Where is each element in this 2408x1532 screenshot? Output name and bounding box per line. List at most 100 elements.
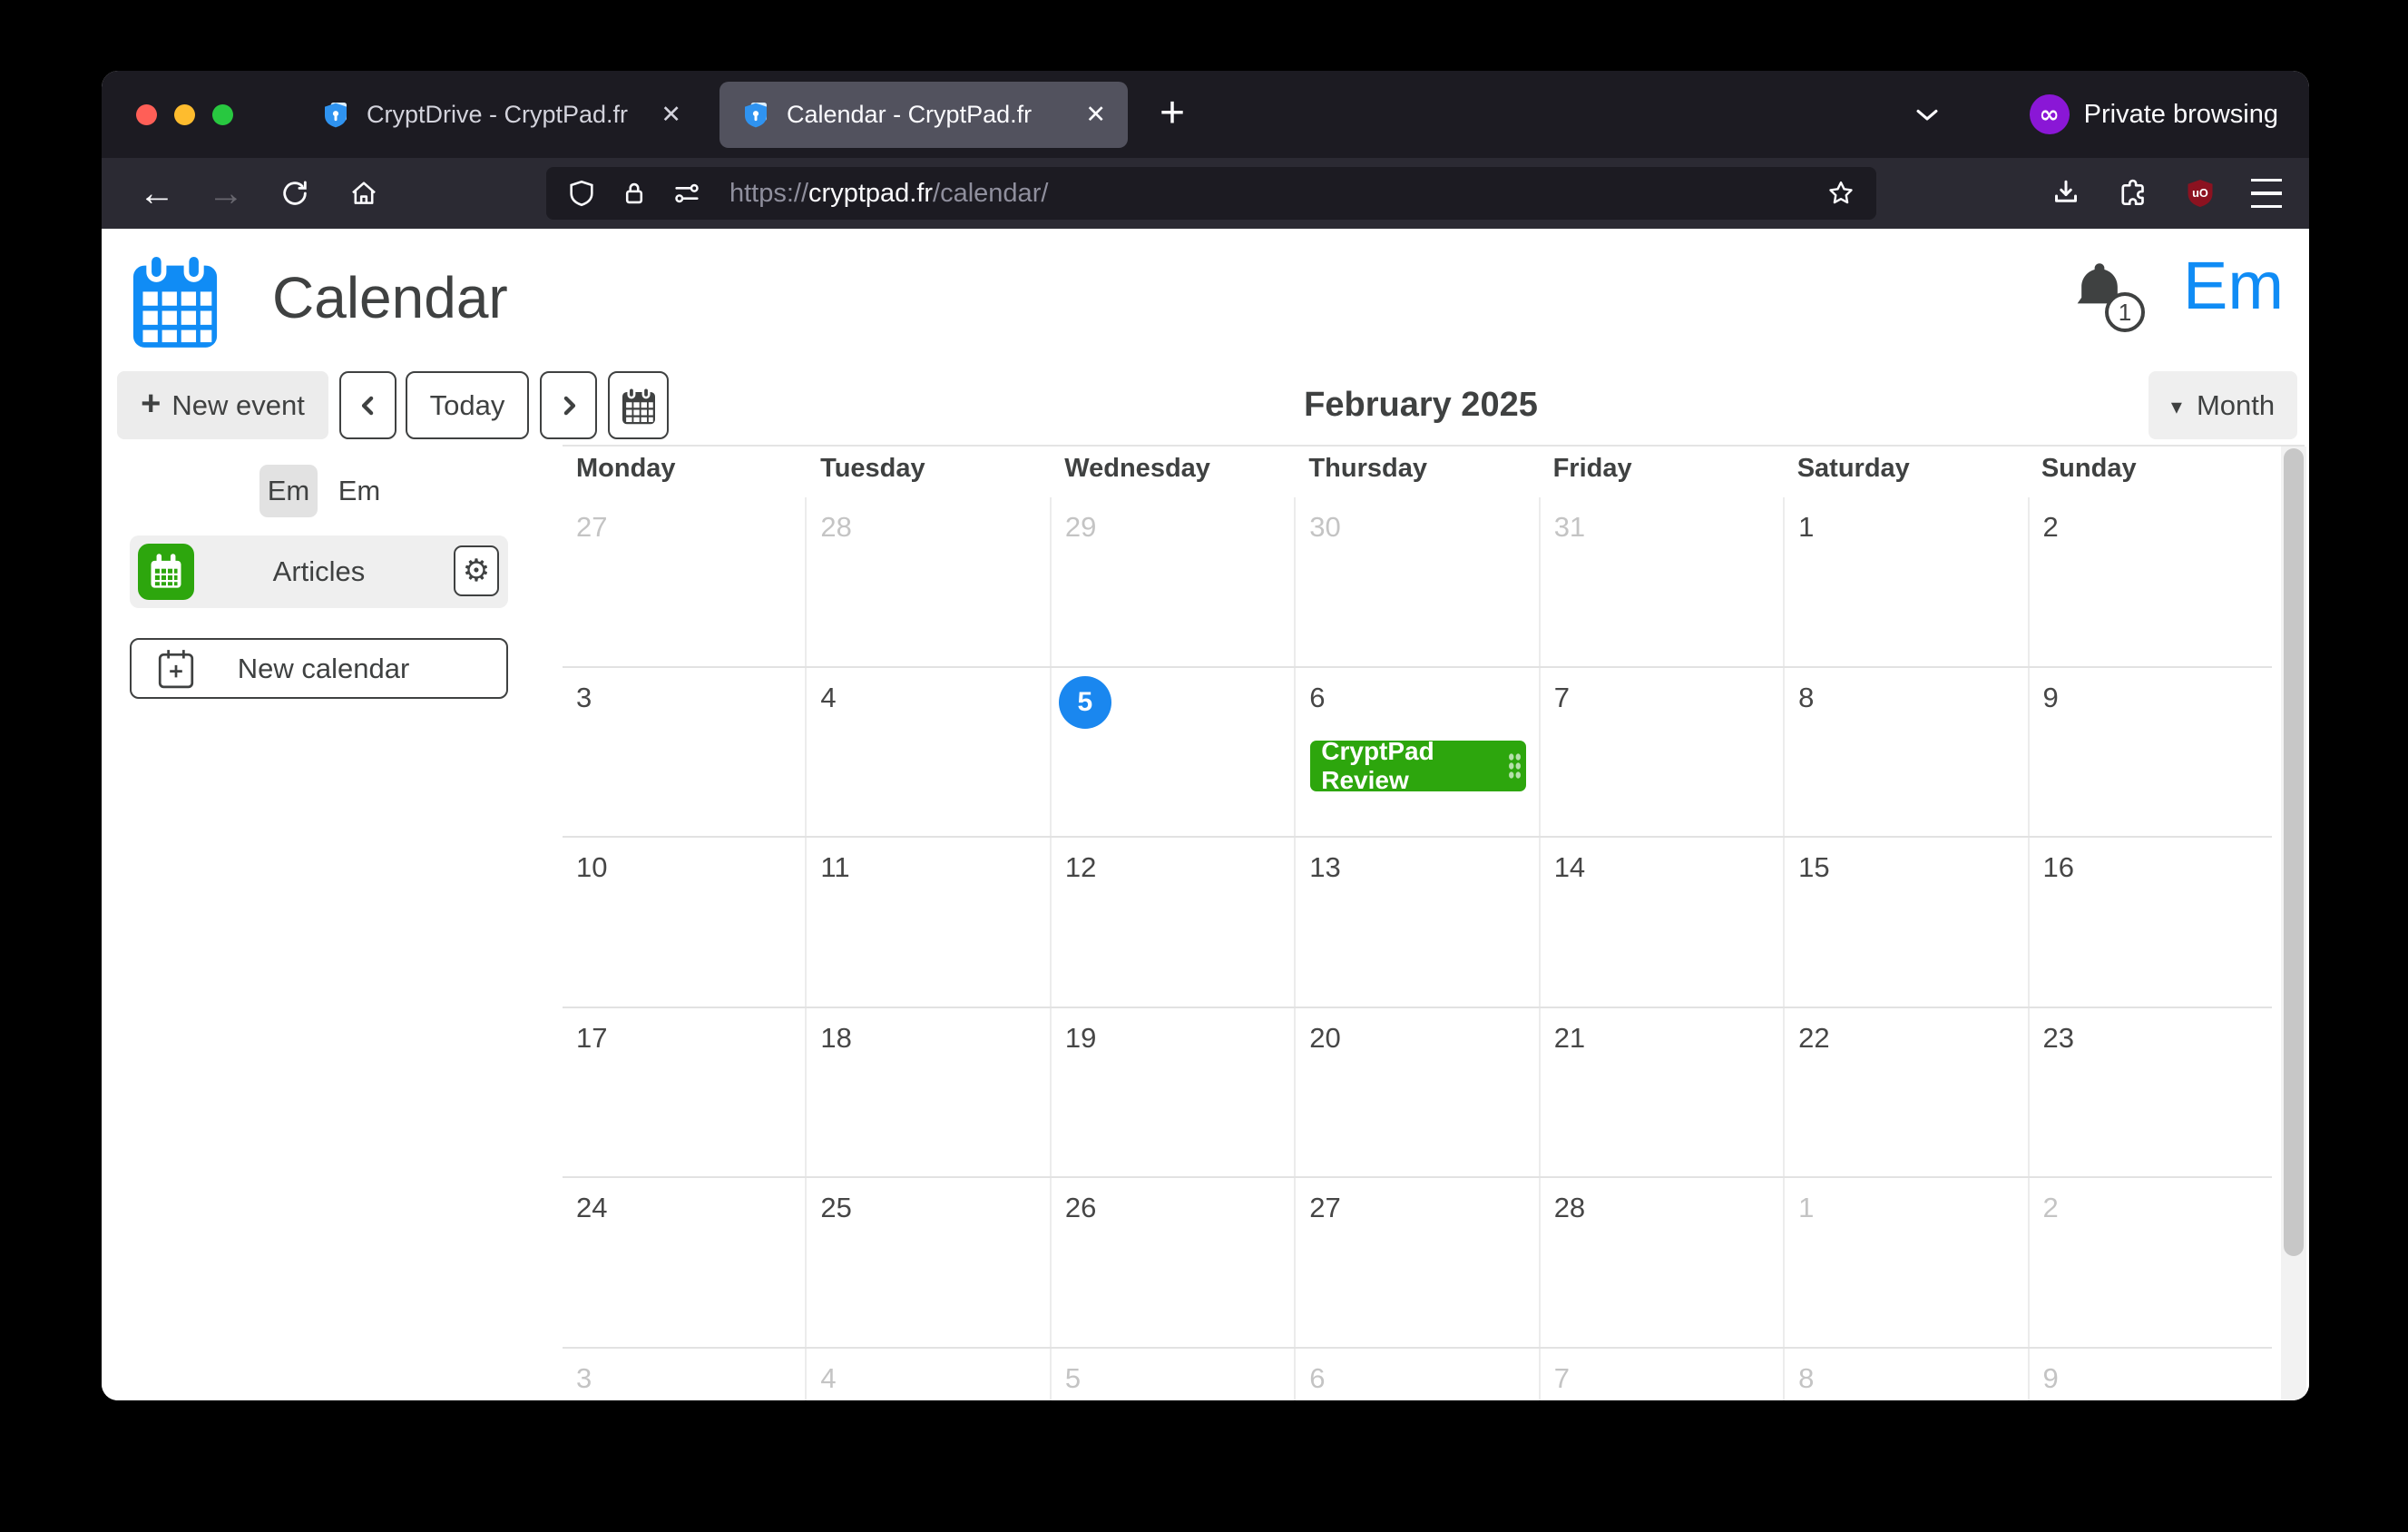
plus-icon: +: [141, 387, 161, 421]
new-event-button[interactable]: + New event: [117, 371, 328, 439]
calendar-cell[interactable]: 21: [1541, 1008, 1785, 1177]
calendar-cell[interactable]: 29: [1052, 497, 1296, 666]
url-text[interactable]: https://cryptpad.fr/calendar/: [729, 179, 1048, 209]
calendar-cell[interactable]: 5: [1052, 668, 1296, 837]
calendar-cell[interactable]: 7: [1541, 1349, 1785, 1401]
calendar-cell[interactable]: 4: [807, 668, 1051, 837]
home-button[interactable]: [347, 176, 381, 211]
date-label: 27: [1309, 1191, 1538, 1225]
avatar-tab-user[interactable]: Em: [259, 465, 318, 517]
date-label: 8: [1798, 681, 2027, 715]
calendar-cell[interactable]: 22: [1785, 1008, 2029, 1177]
minimize-window-button[interactable]: [174, 104, 195, 125]
calendar-cell[interactable]: 28: [807, 497, 1051, 666]
date-label: 2: [2043, 510, 2272, 545]
extensions-puzzle-icon[interactable]: [2117, 177, 2149, 210]
calendar-cell[interactable]: 27: [1296, 1178, 1540, 1347]
chevron-right-icon: [555, 392, 582, 419]
date-label: 26: [1065, 1191, 1294, 1225]
calendar-cell[interactable]: 9: [2030, 668, 2272, 837]
date-picker-button[interactable]: [608, 371, 669, 439]
event-drag-handle[interactable]: [1508, 752, 1522, 780]
calendar-cell[interactable]: 3: [563, 668, 807, 837]
week-row: 2425 26 27 2812: [563, 1178, 2272, 1349]
calendar-cell[interactable]: 28: [1541, 1178, 1785, 1347]
url-host: cryptpad.fr: [808, 179, 933, 208]
tab-calendar-active[interactable]: Calendar - CryptPad.fr ✕: [719, 82, 1128, 148]
close-window-button[interactable]: [136, 104, 157, 125]
scrollbar-thumb[interactable]: [2284, 448, 2304, 1256]
calendar-cell[interactable]: 15: [1785, 838, 2029, 1007]
calendar-cell[interactable]: 12: [1052, 838, 1296, 1007]
calendar-cell[interactable]: 27: [563, 497, 807, 666]
calendar-cell[interactable]: 14: [1541, 838, 1785, 1007]
calendar-cell[interactable]: 3: [563, 1349, 807, 1401]
shield-icon[interactable]: [566, 178, 597, 209]
calendar-cell[interactable]: 17: [563, 1008, 807, 1177]
day-header-row: MondayTuesdayWednesdayThursdayFridaySatu…: [563, 447, 2272, 497]
tab-cryptdrive[interactable]: CryptDrive - CryptPad.fr ✕: [299, 82, 703, 148]
notifications-bell[interactable]: 1: [2069, 258, 2156, 345]
permissions-sliders-icon[interactable]: [671, 178, 702, 209]
calendar-cell[interactable]: 13: [1296, 838, 1540, 1007]
calendar-cell[interactable]: 7: [1541, 668, 1785, 837]
calendar-cell[interactable]: 5: [1052, 1349, 1296, 1401]
back-button[interactable]: ←: [140, 176, 174, 211]
calendar-cell[interactable]: 2: [2030, 1178, 2272, 1347]
zoom-window-button[interactable]: [212, 104, 233, 125]
lock-icon[interactable]: [619, 178, 650, 209]
browser-window: CryptDrive - CryptPad.fr ✕ Calendar - Cr…: [102, 71, 2309, 1400]
date-label: 11: [820, 850, 1049, 885]
calendar-cell[interactable]: 19: [1052, 1008, 1296, 1177]
user-menu[interactable]: Em: [2183, 245, 2284, 327]
reload-button[interactable]: [278, 176, 312, 211]
calendar-cell[interactable]: 10: [563, 838, 807, 1007]
date-label: 7: [1554, 681, 1783, 715]
calendar-cell[interactable]: 11: [807, 838, 1051, 1007]
new-calendar-button[interactable]: New calendar: [130, 638, 508, 699]
tab-close-icon[interactable]: ✕: [661, 103, 681, 127]
url-bar[interactable]: https://cryptpad.fr/calendar/: [546, 167, 1876, 220]
calendar-cell[interactable]: 18: [807, 1008, 1051, 1177]
calendar-cell[interactable]: 1: [1785, 1178, 2029, 1347]
calendar-settings-button[interactable]: ⚙: [454, 545, 499, 596]
date-label: 10: [576, 850, 805, 885]
date-label: 30: [1309, 510, 1538, 545]
menu-hamburger-icon[interactable]: [2251, 179, 2282, 208]
avatar-tab-team[interactable]: Em: [330, 465, 388, 517]
tab-list-chevron-icon[interactable]: [1912, 99, 1943, 130]
date-label: 16: [2043, 850, 2272, 885]
calendar-cell[interactable]: 1: [1785, 497, 2029, 666]
calendar-cell[interactable]: 25: [807, 1178, 1051, 1347]
next-month-button[interactable]: [540, 371, 597, 439]
tab-close-icon[interactable]: ✕: [1085, 103, 1106, 127]
new-tab-button[interactable]: +: [1160, 83, 1185, 143]
calendar-cell[interactable]: 6CryptPad Review: [1296, 668, 1540, 837]
date-label: 29: [1065, 510, 1294, 545]
today-button[interactable]: Today: [406, 371, 529, 439]
calendar-cell[interactable]: 4: [807, 1349, 1051, 1401]
calendar-cell[interactable]: 8: [1785, 668, 2029, 837]
calendar-cell[interactable]: 9: [2030, 1349, 2272, 1401]
calendar-cell[interactable]: 20: [1296, 1008, 1540, 1177]
calendar-cell[interactable]: 23: [2030, 1008, 2272, 1177]
calendar-cell[interactable]: 16: [2030, 838, 2272, 1007]
calendar-cell[interactable]: 8: [1785, 1349, 2029, 1401]
downloads-icon[interactable]: [2050, 177, 2082, 210]
view-mode-select[interactable]: ▾ Month: [2149, 371, 2297, 439]
calendar-cell[interactable]: 24: [563, 1178, 807, 1347]
calendar-name-label: Articles: [130, 535, 508, 608]
calendar-cell[interactable]: 6: [1296, 1349, 1540, 1401]
ublock-origin-icon[interactable]: uO: [2184, 177, 2217, 210]
calendar-cell[interactable]: 26: [1052, 1178, 1296, 1347]
calendar-cell[interactable]: 30: [1296, 497, 1540, 666]
event-chip[interactable]: CryptPad Review: [1310, 741, 1525, 791]
bookmark-star-icon[interactable]: [1826, 178, 1856, 209]
previous-month-button[interactable]: [339, 371, 396, 439]
calendar-list-item-articles[interactable]: Articles ⚙: [130, 535, 508, 608]
private-browsing-icon: ∞: [2030, 94, 2070, 134]
forward-button[interactable]: →: [209, 176, 243, 211]
calendar-cell[interactable]: 2: [2030, 497, 2272, 666]
calendar-cell[interactable]: 31: [1541, 497, 1785, 666]
date-label: 28: [1554, 1191, 1783, 1225]
